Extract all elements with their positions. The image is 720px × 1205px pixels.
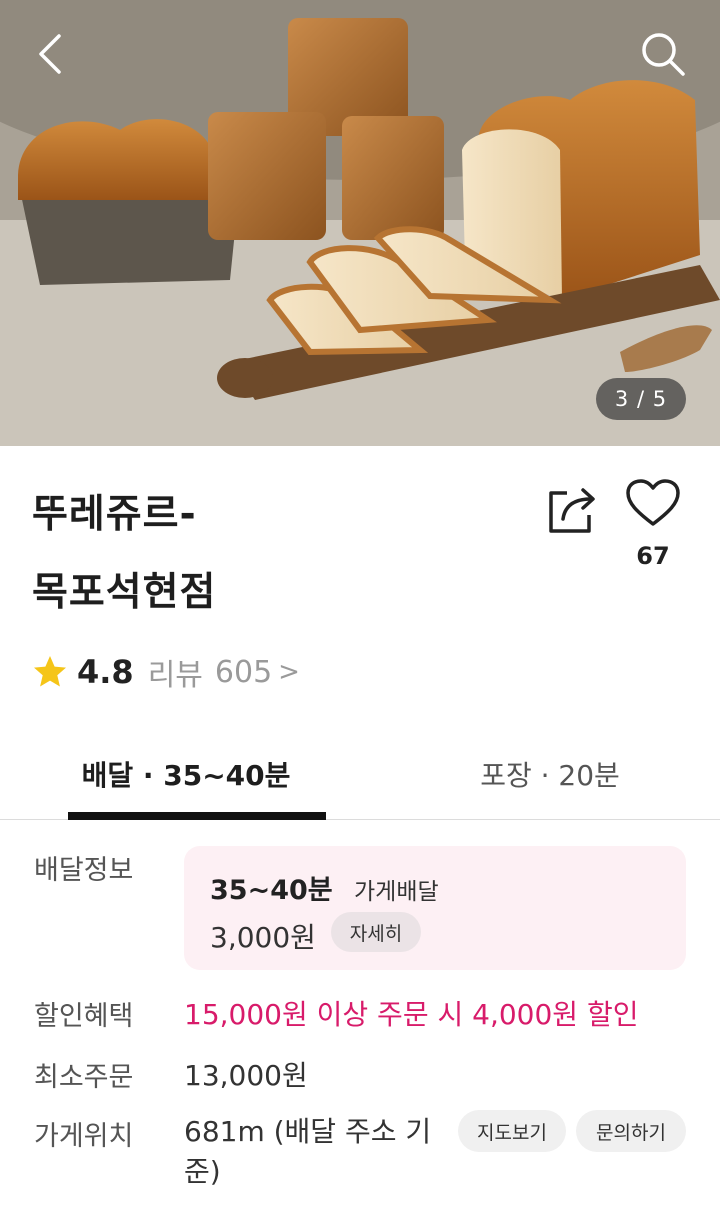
like-button[interactable]: 67 xyxy=(620,478,686,590)
review-link[interactable]: 리뷰 605 > xyxy=(148,650,300,694)
chevron-left-icon xyxy=(39,34,61,74)
review-count: 605 xyxy=(214,654,273,690)
store-hero-image: 3 / 5 xyxy=(0,0,720,446)
min-order-label: 최소주문 xyxy=(34,1062,134,1093)
rating-row: 4.8 리뷰 605 > xyxy=(32,650,300,694)
delivery-type: 가게배달 xyxy=(354,879,439,905)
search-icon xyxy=(642,33,685,76)
map-view-button[interactable]: 지도보기 xyxy=(458,1110,566,1152)
min-order-value: 13,000원 xyxy=(184,1059,308,1092)
store-name-line1: 뚜레쥬르- xyxy=(32,492,197,537)
tab-delivery[interactable]: 배달 · 35~40분 xyxy=(0,728,396,820)
like-count: 67 xyxy=(636,542,670,570)
back-button[interactable] xyxy=(22,22,78,86)
delivery-time: 35~40분 xyxy=(210,875,333,906)
image-counter: 3 / 5 xyxy=(596,378,686,420)
tab-pickup-label: 포장 · 20분 xyxy=(480,759,620,792)
tab-pickup[interactable]: 포장 · 20분 xyxy=(380,728,720,820)
location-text: 681m (배달 주소 기준) xyxy=(184,1115,432,1188)
discount-label: 할인혜택 xyxy=(34,1001,134,1032)
delivery-info-label: 배달정보 xyxy=(34,855,134,886)
heart-icon xyxy=(626,479,680,526)
location-label: 가게위치 xyxy=(34,1121,134,1152)
delivery-fee: 3,000원 xyxy=(210,921,316,954)
share-button[interactable] xyxy=(540,480,606,540)
chevron-right-icon: > xyxy=(278,657,300,687)
rating-score: 4.8 xyxy=(77,653,134,691)
discount-text: 15,000원 이상 주문 시 4,000원 할인 xyxy=(184,998,639,1031)
share-icon xyxy=(549,488,595,533)
star-icon xyxy=(34,656,66,687)
store-name-line2: 목포석현점 xyxy=(32,570,217,615)
store-name: 뚜레쥬르- 목포석현점 xyxy=(32,476,502,632)
active-tab-indicator xyxy=(68,812,326,820)
tab-delivery-label: 배달 · 35~40분 xyxy=(81,759,291,792)
search-button[interactable] xyxy=(630,22,696,86)
delivery-detail-button[interactable]: 자세히 xyxy=(331,912,421,952)
order-type-tabs: 배달 · 35~40분 포장 · 20분 xyxy=(0,728,720,820)
inquiry-button[interactable]: 문의하기 xyxy=(576,1110,686,1152)
delivery-info-box: 35~40분 가게배달 3,000원 자세히 xyxy=(184,846,686,970)
review-label: 리뷰 xyxy=(147,658,203,693)
